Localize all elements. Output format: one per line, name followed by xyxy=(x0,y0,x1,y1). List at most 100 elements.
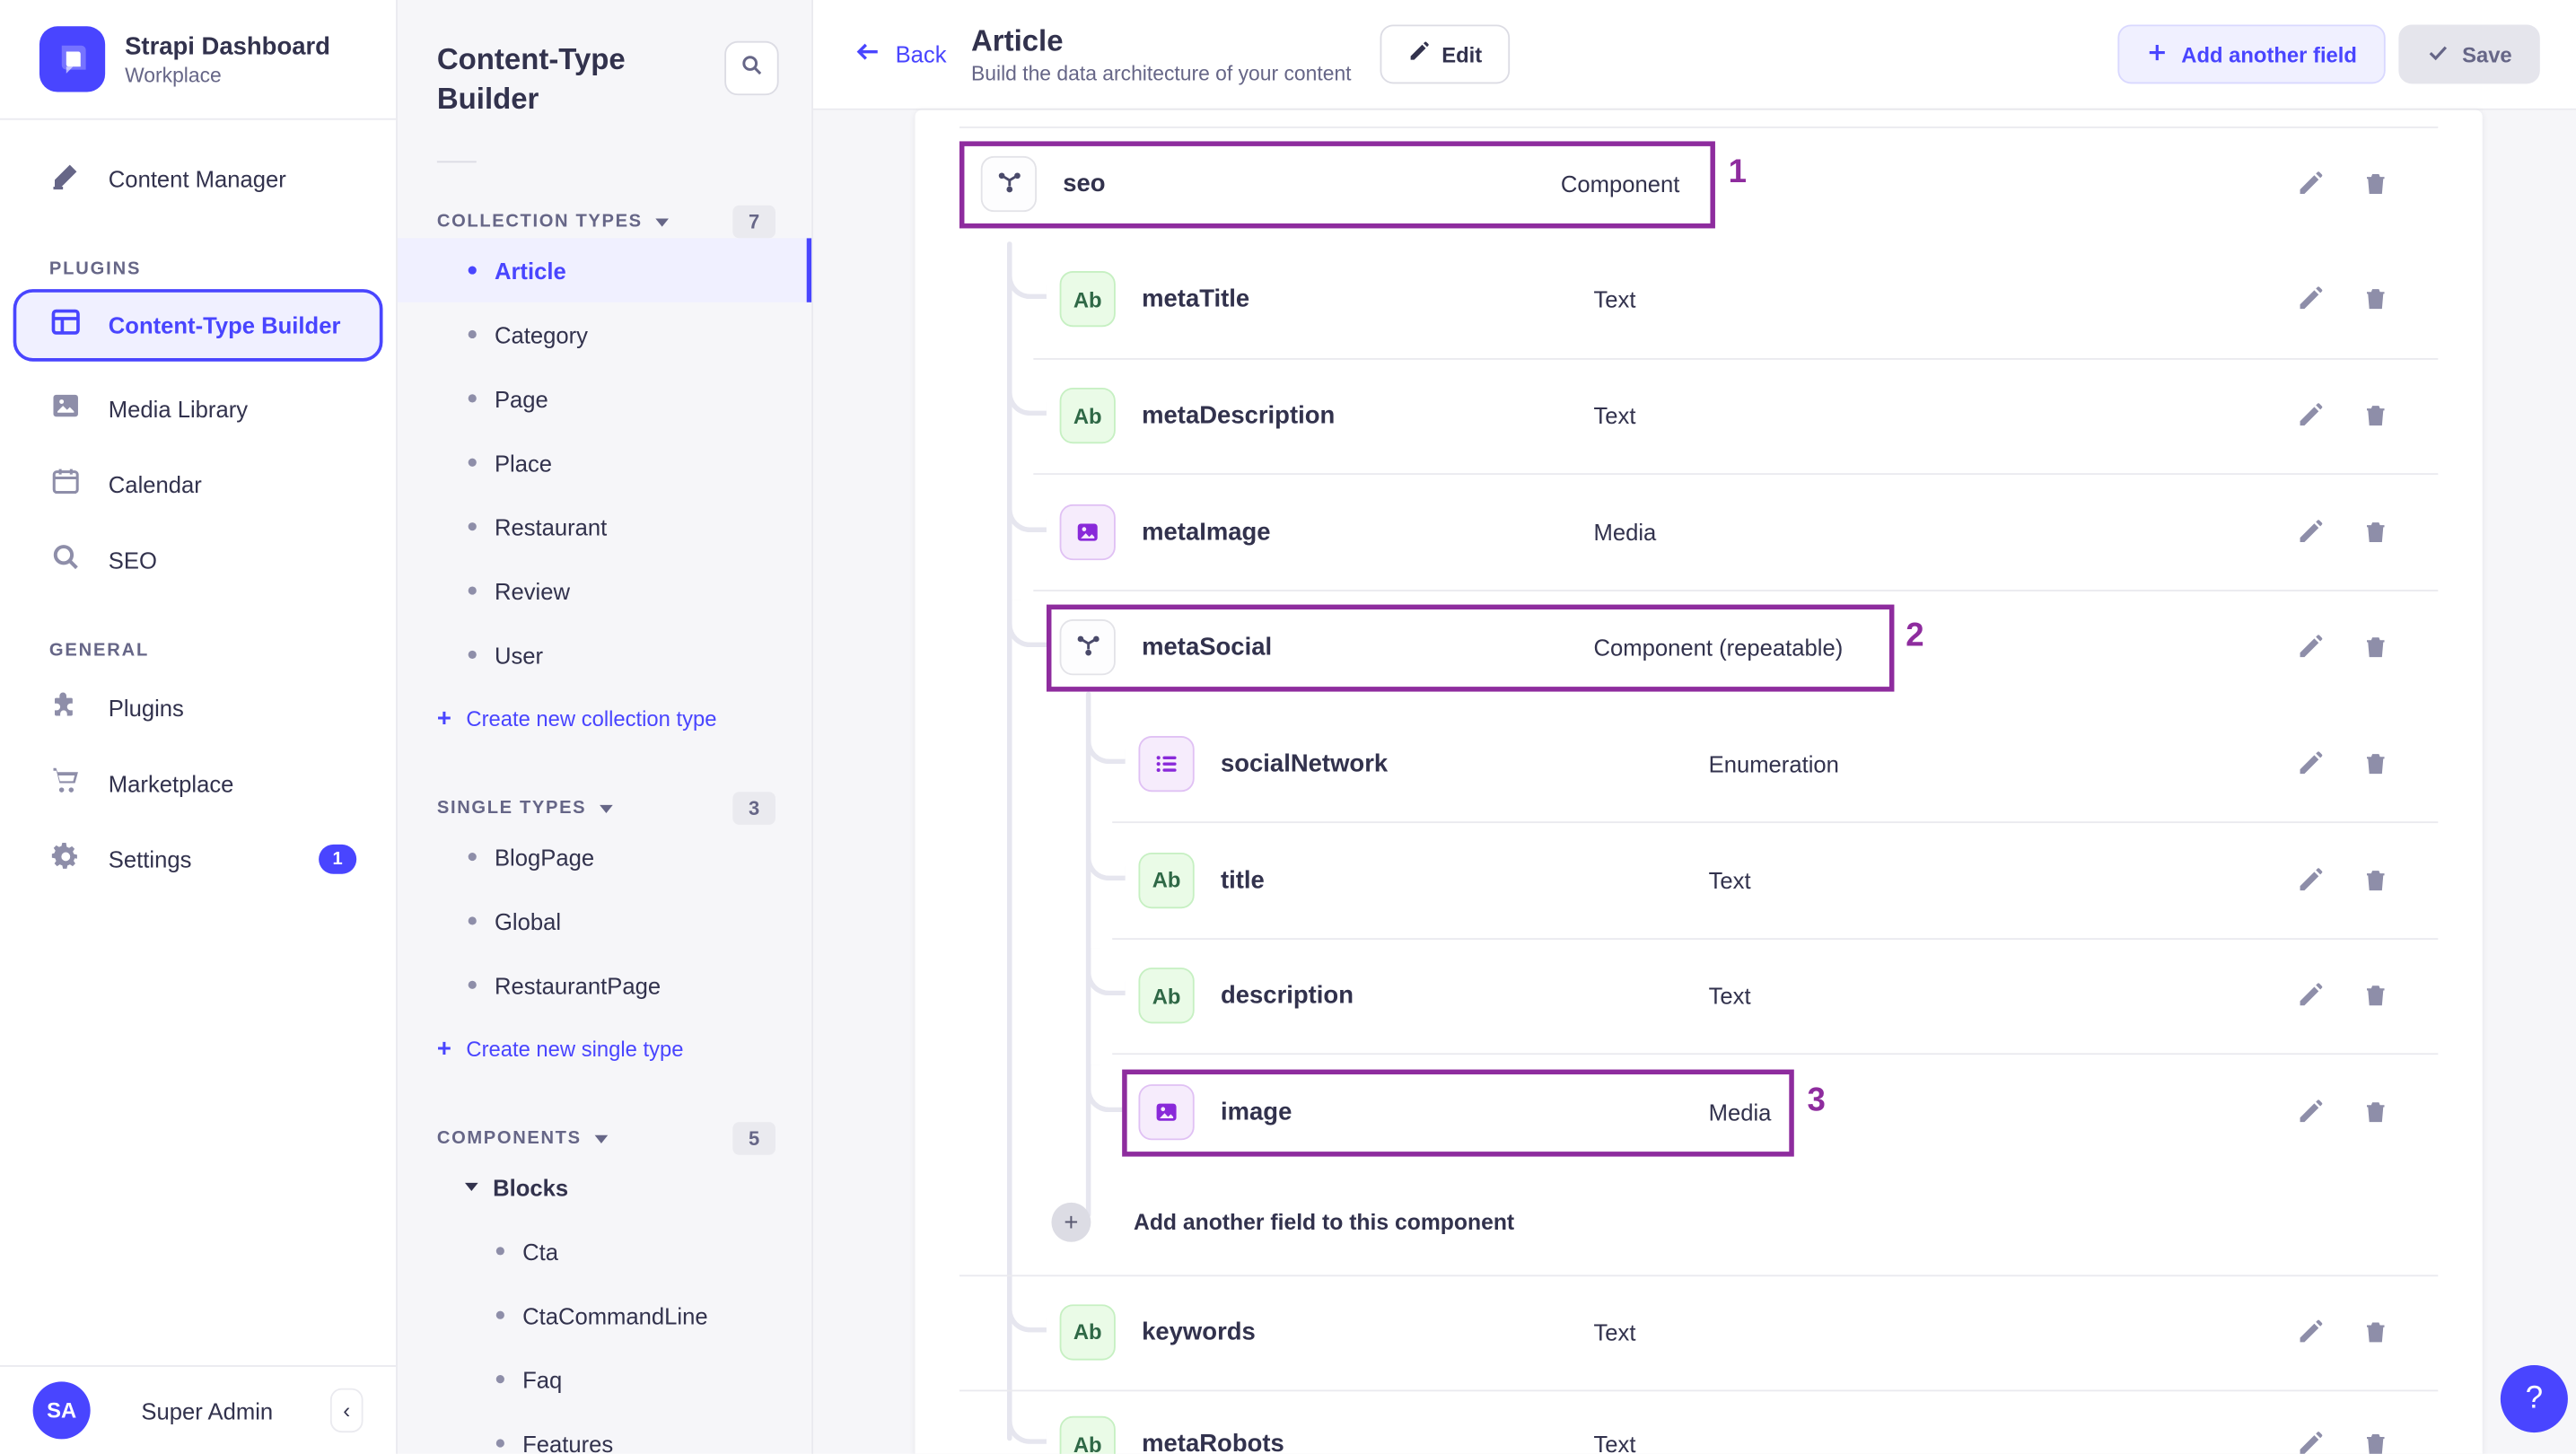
text-icon: Ab xyxy=(1138,968,1195,1024)
brand-block[interactable]: Strapi Dashboard Workplace xyxy=(0,0,397,120)
collapse-sidebar-button[interactable]: ‹ xyxy=(329,1388,364,1433)
sidebar-item-media-library[interactable]: Media Library xyxy=(0,372,396,447)
save-button[interactable]: Save xyxy=(2397,24,2540,84)
content-type-builder-panel: Content-Type Builder COLLECTION TYPES 7 Ar… xyxy=(397,0,814,1454)
sidebar-item-seo[interactable]: SEO xyxy=(0,522,396,598)
field-row-metaSocial: metaSocial Component (repeatable) xyxy=(916,590,2483,705)
delete-field-button[interactable] xyxy=(2358,862,2394,898)
subnav-item-features[interactable]: Features xyxy=(398,1411,811,1454)
delete-field-button[interactable] xyxy=(2358,977,2394,1013)
subnav-section-header[interactable]: COMPONENTS 5 xyxy=(398,1122,811,1155)
subnav-item-ctacommandline[interactable]: CtaCommandLine xyxy=(398,1283,811,1347)
brand-title: Strapi Dashboard xyxy=(125,31,330,60)
search-icon xyxy=(49,539,83,581)
subnav-section-header[interactable]: SINGLE TYPES 3 xyxy=(398,792,811,825)
field-type: Text xyxy=(1593,402,1636,429)
edit-field-button[interactable] xyxy=(2291,1426,2327,1454)
sidebar-item-label: Calendar xyxy=(108,471,202,498)
sidebar-footer: SA Super Admin ‹ xyxy=(0,1365,397,1454)
create-new-collection-type-link[interactable]: + Create new collection type xyxy=(398,687,811,749)
edit-field-button[interactable] xyxy=(2291,513,2327,549)
subnav-section-header[interactable]: COLLECTION TYPES 7 xyxy=(398,205,811,239)
edit-field-button[interactable] xyxy=(2291,977,2327,1013)
sidebar-item-label: Plugins xyxy=(108,695,184,722)
subnav-item-article[interactable]: Article xyxy=(397,238,812,302)
fields-list-card: seo Component Ab metaTitle Text Ab metaD… xyxy=(915,109,2483,1454)
field-row-metaImage: metaImage Media xyxy=(916,474,2483,589)
settings-badge: 1 xyxy=(319,844,357,874)
edit-field-button[interactable] xyxy=(2291,629,2327,665)
field-name: description xyxy=(1220,981,1354,1010)
strapi-logo-icon xyxy=(39,26,106,92)
edit-field-button[interactable] xyxy=(2291,166,2327,202)
page-title: Article xyxy=(970,23,1064,57)
gear-icon xyxy=(49,838,83,880)
bullet-icon xyxy=(468,852,477,862)
subnav-item-restaurant[interactable]: Restaurant xyxy=(398,495,811,558)
subnav-item-global[interactable]: Global xyxy=(398,889,811,952)
plus-circle-icon[interactable]: + xyxy=(1051,1202,1091,1242)
bullet-icon xyxy=(468,650,477,659)
subnav-item-faq[interactable]: Faq xyxy=(398,1347,811,1411)
edit-field-button[interactable] xyxy=(2291,862,2327,898)
delete-field-button[interactable] xyxy=(2358,629,2394,665)
delete-field-button[interactable] xyxy=(2358,746,2394,782)
chevron-down-icon xyxy=(599,803,613,813)
delete-field-button[interactable] xyxy=(2358,398,2394,434)
avatar[interactable]: SA xyxy=(32,1381,91,1440)
pen-icon xyxy=(49,159,83,200)
page-header: Back Article Build the data architecture… xyxy=(813,0,2576,110)
brand-subtitle: Workplace xyxy=(125,63,222,87)
subnav-item-restaurantpage[interactable]: RestaurantPage xyxy=(398,953,811,1017)
edit-button[interactable]: Edit xyxy=(1379,24,1511,84)
back-link[interactable]: Back xyxy=(854,38,947,71)
field-row-seo: seo Component xyxy=(916,127,2483,241)
delete-field-button[interactable] xyxy=(2358,1426,2394,1454)
edit-field-button[interactable] xyxy=(2291,398,2327,434)
delete-field-button[interactable] xyxy=(2358,513,2394,549)
edit-field-button[interactable] xyxy=(2291,1094,2327,1130)
sidebar-item-label: Marketplace xyxy=(108,770,234,797)
page-subtitle: Build the data architecture of your cont… xyxy=(970,61,1352,85)
strapi-dashboard-screen: Strapi Dashboard Workplace Content Manag… xyxy=(0,0,2576,1454)
subnav-item-place[interactable]: Place xyxy=(398,431,811,495)
edit-field-button[interactable] xyxy=(2291,746,2327,782)
sidebar-item-content-manager[interactable]: Content Manager xyxy=(0,141,396,216)
sidebar-item-plugins[interactable]: Plugins xyxy=(0,670,396,746)
subnav-item-label: CtaCommandLine xyxy=(522,1301,708,1328)
create-new-single-type-link[interactable]: + Create new single type xyxy=(398,1017,811,1080)
field-name: image xyxy=(1220,1098,1292,1126)
subnav-section-label: COMPONENTS xyxy=(436,1128,582,1149)
text-icon: Ab xyxy=(1059,271,1116,328)
sidebar-item-content-type-builder[interactable]: Content-Type Builder xyxy=(13,289,383,362)
delete-field-button[interactable] xyxy=(2358,281,2394,317)
field-row-description: Ab description Text xyxy=(916,938,2483,1053)
search-button[interactable] xyxy=(724,40,779,96)
field-type: Component (repeatable) xyxy=(1593,634,1844,661)
edit-field-button[interactable] xyxy=(2291,1313,2327,1349)
subnav-item-category[interactable]: Category xyxy=(398,302,811,366)
delete-field-button[interactable] xyxy=(2358,166,2394,202)
subnav-group-blocks[interactable]: Blocks xyxy=(398,1155,811,1219)
bullet-icon xyxy=(468,586,477,595)
add-another-field-button[interactable]: Add another field xyxy=(2116,24,2386,84)
subnav-item-review[interactable]: Review xyxy=(398,558,811,622)
subnav-section-count: 7 xyxy=(732,205,775,239)
delete-field-button[interactable] xyxy=(2358,1313,2394,1349)
edit-field-button[interactable] xyxy=(2291,281,2327,317)
sidebar-item-calendar[interactable]: Calendar xyxy=(0,447,396,522)
subnav-item-user[interactable]: User xyxy=(398,623,811,687)
sidebar-item-settings[interactable]: Settings 1 xyxy=(0,821,396,897)
delete-field-button[interactable] xyxy=(2358,1094,2394,1130)
title-block: Article Build the data architecture of y… xyxy=(971,24,1352,85)
field-row-metaRobots: Ab metaRobots Text xyxy=(916,1387,2483,1454)
add-field-label: Add another field xyxy=(2181,41,2357,67)
sidebar-item-marketplace[interactable]: Marketplace xyxy=(0,746,396,821)
subnav-item-blogpage[interactable]: BlogPage xyxy=(398,825,811,889)
add-field-to-component-row[interactable]: + Add another field to this component xyxy=(916,1169,2483,1274)
subnav-item-cta[interactable]: Cta xyxy=(398,1219,811,1283)
help-button[interactable]: ? xyxy=(2500,1365,2568,1433)
subnav-item-page[interactable]: Page xyxy=(398,366,811,430)
create-link-label: Create new collection type xyxy=(466,705,717,731)
field-row-image: image Media xyxy=(916,1055,2483,1169)
